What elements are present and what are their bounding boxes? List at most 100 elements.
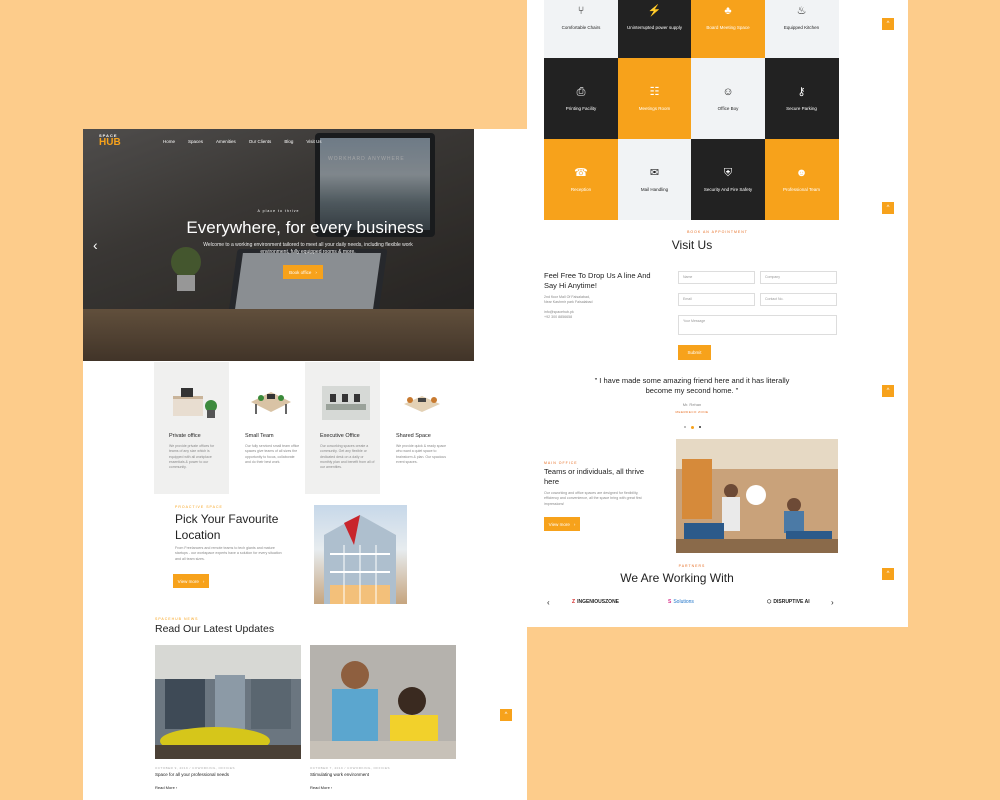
nav-visit-us[interactable]: Visit Us (306, 139, 321, 144)
security-icon: ⛨ (723, 166, 733, 179)
space-card-shared-space[interactable]: Shared Space We provide quick & ready sp… (381, 362, 456, 494)
amenity-label: Office Boy (717, 105, 739, 111)
space-text: Our coworking spaces create a community.… (320, 444, 375, 469)
visit-address: 2nd floor Mall Of Faisalabad, Near Kashm… (544, 295, 593, 321)
news-item-title[interactable]: Stimulating work environment (310, 772, 369, 777)
scroll-top-button[interactable]: ^ (882, 385, 894, 397)
company-field[interactable]: Company (760, 271, 837, 284)
read-more-link[interactable]: Read More › (310, 785, 332, 790)
visit-pretitle: Book an appointment (687, 230, 748, 234)
amenity-label: Comfortable Chairs (561, 24, 601, 30)
amenity-tile[interactable]: ✉ Mail Handling (617, 139, 692, 220)
amenity-tile[interactable]: ☷ Meetings Room (617, 58, 692, 139)
amenity-tile[interactable]: ⎙ Printing Facility (544, 58, 618, 139)
space-card-small-team[interactable]: Small Team Our fully serviced small team… (230, 362, 305, 494)
amenity-tile[interactable]: ☎ Reception (544, 139, 618, 220)
scroll-top-button[interactable]: ^ (500, 709, 512, 721)
amenity-tile[interactable]: ☺ Office Boy (691, 58, 765, 139)
space-card-private-office[interactable]: Private office We provide private office… (154, 362, 229, 494)
nav-home[interactable]: Home (163, 139, 175, 144)
carousel-dot-active[interactable] (691, 426, 694, 429)
news-image-people[interactable] (310, 645, 456, 759)
right-page-panel: ⑂ Comfortable Chairs ⚡ Uninterrupted power … (527, 0, 908, 627)
amenity-tile[interactable]: ⚷ Secure Parking (764, 58, 839, 139)
main-office-view-more-button[interactable]: View more › (544, 517, 580, 531)
nav-our-clients[interactable]: Our Clients (249, 139, 272, 144)
read-more-link[interactable]: Read More › (155, 785, 177, 790)
pick-view-more-label: View more (177, 578, 199, 584)
pick-title-line1: Pick Your Favourite (175, 512, 279, 526)
news-image-office[interactable] (155, 645, 301, 759)
chevron-right-icon: › (573, 521, 576, 527)
partner-logo-disruptive-ai: ⬡ DISRUPTIVE AI (767, 599, 810, 605)
amenity-tile[interactable]: ☻ Professional Team (764, 139, 839, 220)
slider-prev-icon[interactable]: ‹ (93, 237, 98, 253)
logo-main-text: HUB (99, 137, 121, 148)
partners-prev-icon[interactable]: ‹ (547, 598, 550, 607)
left-page-panel: WORKHARD ANYWHERE SPACE HUB Home Spaces … (83, 129, 527, 800)
news-item-title[interactable]: Space for all your professional needs (155, 772, 229, 777)
scroll-top-button[interactable]: ^ (882, 202, 894, 214)
power-icon: ⚡ (647, 4, 662, 17)
hero-section: WORKHARD ANYWHERE SPACE HUB Home Spaces … (83, 129, 474, 361)
partner-logo-ingeniouszone: Z INGENIOUSZONE (572, 599, 619, 605)
kitchen-icon: ♨ (796, 4, 807, 17)
amenity-label: Meetings Room (638, 105, 671, 111)
amenity-tile[interactable]: ⑂ Comfortable Chairs (544, 0, 618, 58)
logo[interactable]: SPACE HUB (99, 134, 121, 148)
news-pretitle: Spacehub News (155, 617, 199, 621)
nav-spaces[interactable]: Spaces (188, 139, 203, 144)
hero-title: Everywhere, for every business (186, 218, 424, 237)
amenity-tile[interactable]: ♨ Equipped Kitchen (764, 0, 839, 58)
ingeniouszone-mark-icon: Z (572, 599, 576, 605)
news-title: Read Our Latest Updates (155, 623, 275, 635)
chair-icon: ⑂ (577, 4, 585, 17)
pick-view-more-button[interactable]: View more › (173, 574, 209, 588)
pick-title: Pick Your Favourite Location (175, 512, 278, 543)
amenity-label: Equipped Kitchen (783, 24, 820, 30)
nav-blog[interactable]: Blog (284, 139, 293, 144)
nav-amenities[interactable]: Amenities (216, 139, 236, 144)
contact-phone[interactable]: +92 300 8856658 (544, 315, 593, 320)
printer-icon: ⎙ (576, 85, 586, 98)
amenity-tile[interactable]: ♣ Board Meeting Space (691, 0, 765, 58)
visit-heading: Feel Free To Drop Us A line And Say Hi A… (544, 271, 651, 290)
space-text: Our fully serviced small team office spa… (245, 444, 300, 464)
scroll-top-button[interactable]: ^ (882, 568, 894, 580)
address-line-2: Near Kashmir park Faisalabad (544, 300, 593, 305)
pick-title-line2: Location (175, 527, 221, 542)
testimonial-quote: " I have made some amazing friend here a… (594, 376, 790, 395)
person-icon: ☺ (722, 85, 734, 98)
contact-field[interactable]: Contact No. (760, 293, 837, 306)
submit-button[interactable]: Submit (678, 345, 711, 360)
email-field[interactable]: Email (678, 293, 755, 306)
main-office-text: Our coworking and office spaces are desi… (544, 491, 642, 506)
space-title: Shared Space (396, 433, 431, 439)
book-office-button[interactable]: Book office › (283, 265, 323, 279)
scroll-top-button[interactable]: ^ (882, 18, 894, 30)
carousel-dot[interactable] (684, 426, 686, 428)
chevron-right-icon: › (202, 578, 205, 584)
pick-pretitle: Proactive Space (175, 505, 223, 509)
small-team-image (245, 384, 297, 422)
meetings-icon: ☷ (649, 85, 660, 98)
building-image (314, 505, 407, 604)
book-office-label: Book office (289, 269, 312, 275)
space-card-executive-office[interactable]: Executive Office Our coworking spaces cr… (305, 362, 380, 494)
message-field[interactable]: Your Message (678, 315, 837, 335)
main-office-pretitle: Main Office (544, 461, 578, 465)
name-field[interactable]: Name (678, 271, 755, 284)
news-meta: OCTOBER 7, 2019 / COWORKING, OFFICES (310, 766, 390, 770)
amenity-label: Secure Parking (786, 105, 817, 111)
team-icon: ☻ (795, 166, 808, 179)
space-text: We provide private offices for teams of … (169, 444, 215, 469)
amenity-label: Board Meeting Space (706, 24, 750, 30)
executive-office-image (320, 384, 372, 422)
disruptive-mark-icon: ⬡ (767, 599, 772, 605)
carousel-dot[interactable] (699, 426, 701, 428)
amenity-tile[interactable]: ⛨ Security And Fire Safety (691, 139, 765, 220)
space-title: Private office (169, 433, 201, 439)
partner-logo-solutions: S Solutions (668, 599, 694, 605)
amenity-tile[interactable]: ⚡ Uninterrupted power supply (617, 0, 692, 58)
partners-next-icon[interactable]: › (831, 598, 834, 607)
